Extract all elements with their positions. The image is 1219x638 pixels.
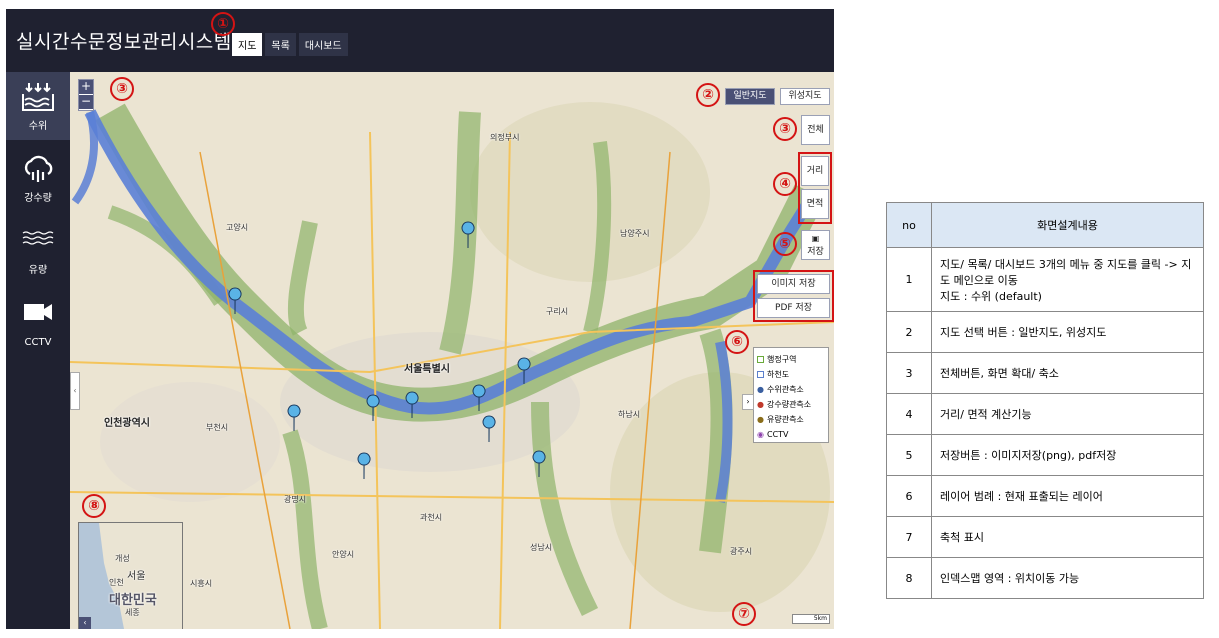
tab-map[interactable]: 지도	[232, 33, 263, 56]
minimap-label-korea: 대한민국	[109, 593, 157, 608]
spec-table: no 화면설계내용 1 지도/ 목록/ 대시보드 3개의 메뉴 중 지도를 클릭…	[886, 202, 1204, 599]
river-swatch	[757, 371, 764, 378]
callout-1: ①	[211, 12, 235, 36]
map-background	[70, 72, 834, 629]
header-bar: 실시간수문정보관리시스템 지도 목록 대시보드 ①	[6, 9, 834, 72]
zoom-out-button[interactable]: −	[79, 95, 93, 110]
cctv-icon: ◉	[757, 430, 764, 439]
callout-8: ⑧	[82, 494, 106, 518]
legend-item[interactable]: 하천도	[757, 367, 825, 382]
sidebar-collapse-handle[interactable]: ‹	[70, 372, 80, 410]
sidebar-item-label: 강수량	[24, 193, 52, 204]
minimap-label-sejong: 세종	[125, 608, 140, 617]
map-label-uijeongbu: 의정부시	[490, 133, 520, 142]
flow-station-icon: ●	[757, 415, 764, 424]
legend-toggle-handle[interactable]: ›	[742, 394, 754, 410]
zoom-control: + −	[78, 79, 94, 111]
sidebar-item-water-level[interactable]: 수위	[6, 72, 70, 140]
legend-item[interactable]: ● 강수량관측소	[757, 397, 825, 412]
legend-item[interactable]: ● 유량관측소	[757, 412, 825, 427]
save-label: 저장	[807, 247, 824, 257]
map-label-seoul: 서울특별시	[404, 364, 450, 375]
full-extent-button[interactable]: 전체	[801, 115, 830, 145]
callout-4: ④	[773, 172, 797, 196]
water-level-icon	[22, 83, 54, 111]
map-label-gwacheon: 과천시	[420, 513, 443, 522]
table-row: 4 거리/ 면적 계산기능	[886, 393, 1204, 435]
sidebar-item-label: 유량	[28, 265, 48, 276]
save-button[interactable]: ▣ 저장	[801, 230, 830, 260]
callout-5: ⑤	[773, 232, 797, 256]
layer-legend: 행정구역 하천도 ● 수위관측소 ● 강수량관측소 ● 유량관측소 ◉ CCTV	[753, 347, 829, 443]
table-row: 5 저장버튼 : 이미지저장(png), pdf저장	[886, 434, 1204, 476]
sidebar-item-label: CCTV	[24, 337, 52, 348]
distance-button[interactable]: 거리	[801, 156, 829, 186]
video-camera-icon	[24, 304, 52, 320]
map-label-hanam: 하남시	[618, 410, 641, 419]
map-label-namyangju: 남양주시	[620, 229, 650, 238]
map-label-bucheon: 부천시	[206, 423, 229, 432]
callout-3-zoom: ③	[110, 77, 134, 101]
app-window: 실시간수문정보관리시스템 지도 목록 대시보드 ① 수위 강수량 유량 CCTV…	[6, 9, 834, 629]
map-label-incheon: 인천광역시	[104, 418, 150, 429]
satellite-map-button[interactable]: 위성지도	[780, 88, 830, 105]
rain-station-icon: ●	[757, 400, 764, 409]
map-label-seongnam: 성남시	[530, 543, 553, 552]
legend-item[interactable]: ◉ CCTV	[757, 427, 825, 442]
normal-map-button[interactable]: 일반지도	[725, 88, 775, 105]
callout-7: ⑦	[732, 602, 756, 626]
tab-list[interactable]: 목록	[265, 33, 296, 56]
area-button[interactable]: 면적	[801, 189, 829, 219]
table-row: 3 전체버튼, 화면 확대/ 축소	[886, 352, 1204, 394]
tab-dashboard[interactable]: 대시보드	[298, 33, 348, 56]
table-row: 2 지도 선택 버튼 : 일반지도, 위성지도	[886, 311, 1204, 353]
map-label-guri: 구리시	[546, 307, 569, 316]
map-label-siheung: 시흥시	[190, 579, 213, 588]
main-tabs: 지도 목록 대시보드	[232, 33, 348, 56]
table-row: 7 축척 표시	[886, 516, 1204, 558]
pdf-save-button[interactable]: PDF 저장	[757, 298, 830, 318]
map-label-goyang: 고양시	[226, 223, 249, 232]
callout-2: ②	[696, 83, 720, 107]
table-row: 1 지도/ 목록/ 대시보드 3개의 메뉴 중 지도를 클릭 -> 지도 메인으…	[886, 247, 1204, 312]
water-station-icon: ●	[757, 385, 764, 394]
image-save-button[interactable]: 이미지 저장	[757, 274, 830, 294]
map-label-anyang: 안양시	[332, 550, 355, 559]
sidebar-item-label: 수위	[28, 121, 48, 132]
index-minimap[interactable]: 개성 서울 인천 대한민국 세종 ‹	[78, 522, 183, 629]
minimap-label-incheon: 인천	[109, 578, 124, 587]
table-header: no	[886, 202, 932, 248]
minimap-label-kaesong: 개성	[115, 554, 130, 563]
zoom-in-button[interactable]: +	[79, 80, 93, 95]
sidebar-item-flow[interactable]: 유량	[6, 216, 70, 284]
table-row: 6 레이어 범례 : 현재 표출되는 레이어	[886, 475, 1204, 517]
floppy-icon: ▣	[811, 234, 820, 243]
waves-icon	[22, 231, 54, 245]
admin-area-swatch	[757, 356, 764, 363]
legend-item[interactable]: ● 수위관측소	[757, 382, 825, 397]
minimap-label-seoul: 서울	[127, 571, 146, 582]
minimap-collapse-button[interactable]: ‹	[79, 617, 91, 629]
legend-item[interactable]: 행정구역	[757, 352, 825, 367]
map-label-gwangju: 광주시	[730, 547, 753, 556]
rain-cloud-icon	[24, 155, 53, 182]
callout-6: ⑥	[725, 330, 749, 354]
app-title: 실시간수문정보관리시스템	[16, 31, 232, 53]
table-row: 8 인덱스맵 영역 : 위치이동 가능	[886, 557, 1204, 599]
sidebar-item-rainfall[interactable]: 강수량	[6, 144, 70, 212]
map-label-gwangmyeong: 광명시	[284, 495, 307, 504]
scale-bar: 5km	[792, 614, 830, 624]
sidebar-item-cctv[interactable]: CCTV	[6, 288, 70, 356]
map-canvas[interactable]: 서울특별시 인천광역시 고양시 남양주시 구리시 하남시 광명시 부천시 과천시…	[70, 72, 834, 629]
callout-3-full: ③	[773, 117, 797, 141]
table-header: 화면설계내용	[931, 202, 1204, 248]
sidebar: 수위 강수량 유량 CCTV	[6, 72, 70, 629]
